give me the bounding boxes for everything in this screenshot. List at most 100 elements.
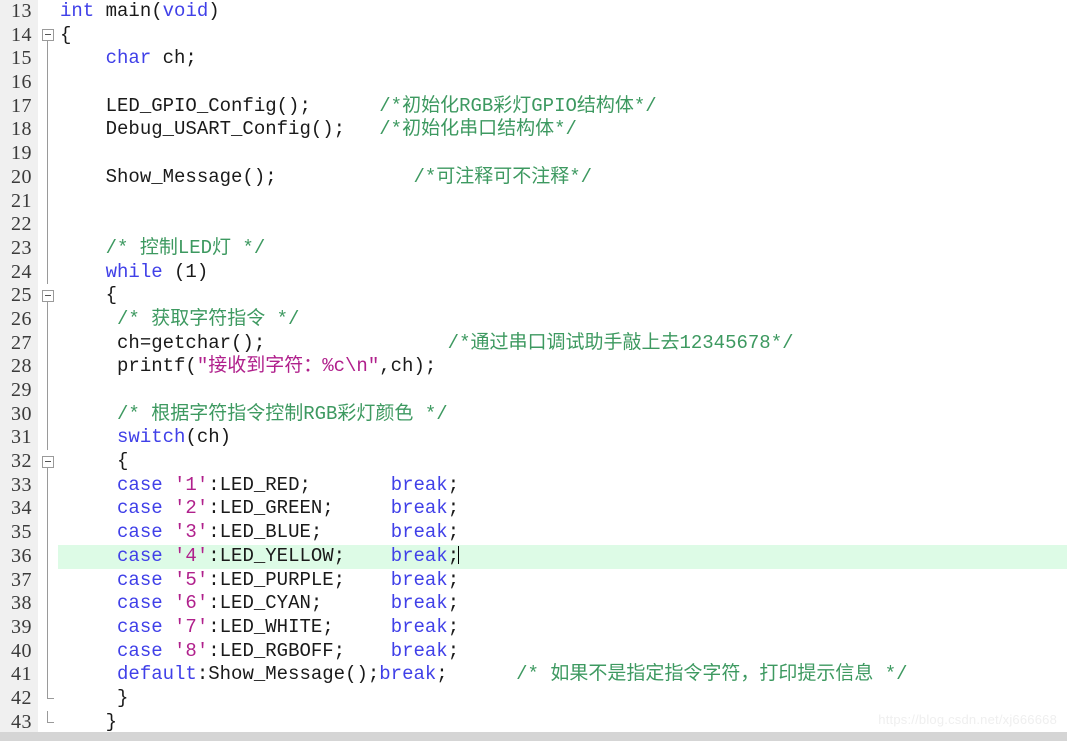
- code-text[interactable]: /* 获取字符指令 */: [60, 308, 299, 332]
- code-line[interactable]: 15 char ch;: [0, 47, 1067, 72]
- code-line[interactable]: 31 switch(ch): [0, 426, 1067, 451]
- token-plain: ): [208, 0, 220, 22]
- fold-guide-line: [47, 260, 48, 285]
- token-cmt: /* 控制LED灯 */: [105, 236, 266, 259]
- code-text[interactable]: }: [60, 711, 117, 735]
- code-text[interactable]: case '4':LED_YELLOW; break;: [60, 544, 460, 569]
- code-text[interactable]: case '7':LED_WHITE; break;: [60, 616, 459, 640]
- line-number: 34: [11, 497, 32, 520]
- code-text[interactable]: while (1): [60, 261, 209, 285]
- fold-guide-line: [47, 307, 48, 332]
- code-text[interactable]: {: [60, 24, 71, 48]
- code-text[interactable]: printf("接收到字符：%c\n",ch);: [60, 355, 436, 379]
- code-line[interactable]: 21: [0, 189, 1067, 214]
- code-line[interactable]: 24 while (1): [0, 260, 1067, 285]
- fold-guide-line: [47, 544, 48, 569]
- code-line[interactable]: 36 case '4':LED_YELLOW; break;: [0, 544, 1067, 569]
- code-line[interactable]: 41 default:Show_Message();break; /* 如果不是…: [0, 663, 1067, 687]
- code-line[interactable]: 34 case '2':LED_GREEN; break;: [0, 497, 1067, 522]
- code-line[interactable]: 35 case '3':LED_BLUE; break;: [0, 521, 1067, 545]
- code-text[interactable]: int main(void): [60, 0, 220, 24]
- token-plain: (ch): [185, 426, 232, 449]
- code-line[interactable]: 19: [0, 142, 1067, 166]
- code-line[interactable]: 26 /* 获取字符指令 */: [0, 307, 1067, 332]
- code-line[interactable]: 27 ch=getchar(); /*通过串口调试助手敲上去12345678*/: [0, 331, 1067, 356]
- line-number: 27: [11, 331, 32, 354]
- code-text[interactable]: }: [60, 687, 128, 711]
- code-text[interactable]: switch(ch): [60, 426, 231, 450]
- code-line[interactable]: 39 case '7':LED_WHITE; break;: [0, 615, 1067, 640]
- code-line[interactable]: 28 printf("接收到字符：%c\n",ch);: [0, 355, 1067, 379]
- line-number: 14: [11, 23, 32, 46]
- code-line[interactable]: 16: [0, 71, 1067, 95]
- code-text[interactable]: char ch;: [60, 47, 197, 71]
- code-line[interactable]: 17 LED_GPIO_Config(); /*初始化RGB彩灯GPIO结构体*…: [0, 94, 1067, 119]
- code-line[interactable]: 18 Debug_USART_Config(); /*初始化串口结构体*/: [0, 118, 1067, 143]
- token-kw: int: [60, 0, 95, 22]
- code-line[interactable]: 30 /* 根据字符指令控制RGB彩灯颜色 */: [0, 402, 1067, 427]
- code-text[interactable]: case '1':LED_RED; break;: [60, 474, 459, 498]
- token-str: '6': [174, 592, 209, 615]
- code-line[interactable]: 25 {: [0, 284, 1067, 309]
- fold-guide-line: [47, 165, 48, 190]
- token-plain: ,ch);: [379, 355, 437, 378]
- code-text[interactable]: case '3':LED_BLUE; break;: [60, 521, 459, 545]
- line-number: 41: [11, 663, 32, 686]
- token-plain: }: [60, 710, 118, 733]
- fold-guide-line: [47, 568, 48, 593]
- token-plain: printf(: [60, 355, 197, 378]
- code-line[interactable]: 32 {: [0, 450, 1067, 475]
- code-text[interactable]: /* 根据字符指令控制RGB彩灯颜色 */: [60, 403, 448, 427]
- code-text[interactable]: case '5':LED_PURPLE; break;: [60, 569, 459, 593]
- code-text[interactable]: case '2':LED_GREEN; break;: [60, 497, 459, 521]
- token-str: '4': [174, 544, 209, 567]
- code-line[interactable]: 38 case '6':LED_CYAN; break;: [0, 592, 1067, 616]
- code-line[interactable]: 37 case '5':LED_PURPLE; break;: [0, 568, 1067, 593]
- fold-guide-line: [47, 615, 48, 640]
- line-number: 33: [11, 473, 32, 496]
- code-line[interactable]: 40 case '8':LED_RGBOFF; break;: [0, 639, 1067, 664]
- code-text[interactable]: Debug_USART_Config(); /*初始化串口结构体*/: [60, 118, 577, 142]
- token-kw: break: [390, 568, 448, 591]
- fold-collapse-icon[interactable]: [42, 29, 54, 42]
- code-line[interactable]: 22: [0, 213, 1067, 237]
- code-line[interactable]: 20 Show_Message(); /*可注释可不注释*/: [0, 165, 1067, 190]
- token-plain: :LED_GREEN;: [208, 497, 391, 520]
- code-line[interactable]: 14 {: [0, 24, 1067, 48]
- code-text[interactable]: /* 控制LED灯 */: [60, 236, 266, 261]
- token-str: '5': [174, 568, 209, 591]
- code-text[interactable]: {: [60, 450, 128, 474]
- fold-guide-line: [47, 355, 48, 379]
- code-text[interactable]: default:Show_Message();break; /* 如果不是指定指…: [60, 663, 908, 687]
- code-line[interactable]: 23 /* 控制LED灯 */: [0, 236, 1067, 261]
- fold-guide-line: [47, 94, 48, 119]
- fold-guide-line: [47, 663, 48, 687]
- token-plain: :LED_PURPLE;: [208, 568, 391, 591]
- code-lines-container[interactable]: 13 int main(void) 14 {15 char ch; 16 17 LED_G…: [0, 0, 1067, 734]
- code-line[interactable]: 33 case '1':LED_RED; break;: [0, 473, 1067, 498]
- token-cmt: /*初始化串口结构体*/: [379, 118, 577, 141]
- code-text[interactable]: ch=getchar(); /*通过串口调试助手敲上去12345678*/: [60, 332, 794, 356]
- code-text[interactable]: case '6':LED_CYAN; break;: [60, 592, 459, 616]
- fold-collapse-icon[interactable]: [42, 455, 54, 468]
- code-line[interactable]: 42 }: [0, 686, 1067, 711]
- token-str: '2': [174, 497, 209, 520]
- line-number: 38: [11, 592, 32, 615]
- code-text[interactable]: LED_GPIO_Config(); /*初始化RGB彩灯GPIO结构体*/: [60, 95, 657, 119]
- fold-collapse-icon[interactable]: [42, 289, 54, 302]
- line-number: 31: [11, 426, 32, 449]
- code-line[interactable]: 29: [0, 379, 1067, 403]
- code-line[interactable]: 13 int main(void): [0, 0, 1067, 24]
- code-text[interactable]: Show_Message(); /*可注释可不注释*/: [60, 166, 592, 190]
- fold-guide-line: [47, 592, 48, 616]
- code-text[interactable]: case '8':LED_RGBOFF; break;: [60, 640, 459, 664]
- code-text[interactable]: {: [60, 284, 117, 308]
- code-editor[interactable]: 13 int main(void) 14 {15 char ch; 16 17 LED_G…: [0, 0, 1067, 741]
